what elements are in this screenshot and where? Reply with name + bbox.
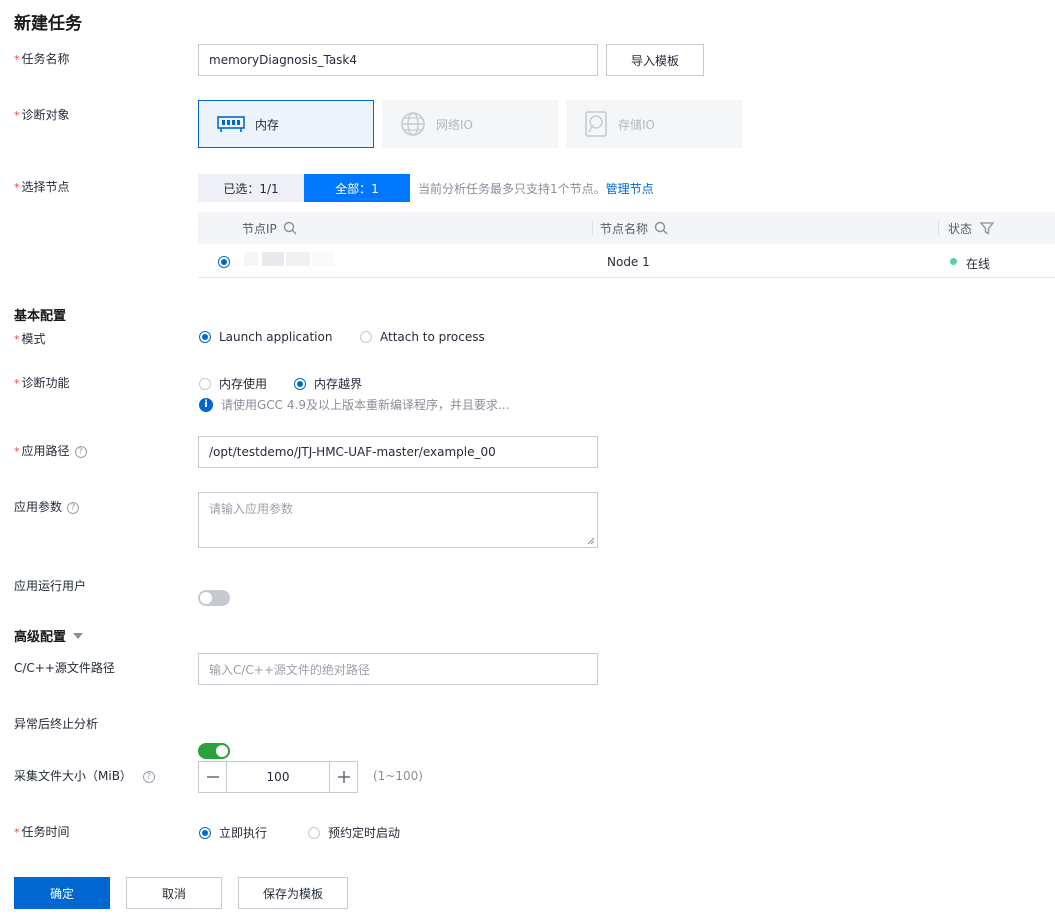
masked-ip (312, 252, 334, 266)
node-status-cell: 在线 (966, 257, 991, 271)
function-overflow-radio[interactable]: 内存越界 (294, 375, 362, 392)
radio-dot (308, 826, 320, 839)
function-usage-radio[interactable]: 内存使用 (199, 375, 267, 392)
app-args-label: 应用参数? (14, 499, 80, 515)
minus-icon (206, 776, 219, 778)
increment-button[interactable] (329, 762, 357, 792)
stop-on-error-toggle[interactable] (198, 743, 230, 759)
masked-ip (244, 252, 258, 266)
radio-dot (360, 331, 372, 343)
file-size-label: 采集文件大小（MiB）? (14, 768, 155, 784)
schedule-now-radio[interactable]: 立即执行 (199, 824, 267, 841)
mode-label: * 模式 (14, 332, 46, 346)
node-name-cell: Node 1 (607, 255, 650, 269)
help-icon[interactable]: ? (74, 445, 87, 458)
filter-icon[interactable] (980, 221, 995, 235)
basic-config-section: 基本配置 (14, 309, 67, 324)
confirm-button[interactable]: 确定 (14, 877, 110, 909)
resize-handle-icon[interactable] (587, 537, 595, 545)
stop-on-error-label: 异常后终止分析 (14, 717, 99, 731)
search-icon[interactable] (283, 221, 297, 235)
target-label: * 诊断对象 (14, 108, 70, 122)
help-icon[interactable]: ? (142, 770, 155, 783)
nodes-label: * 选择节点 (14, 180, 70, 194)
mode-attach-radio[interactable]: Attach to process (360, 330, 485, 344)
app-args-textarea[interactable]: 请输入应用参数 (198, 492, 598, 548)
run-user-label: 应用运行用户 (14, 579, 87, 593)
manage-nodes-link[interactable]: 管理节点 (606, 182, 654, 196)
save-template-button[interactable]: 保存为模板 (238, 877, 348, 909)
src-path-input[interactable]: 输入C/C++源文件的绝对路径 (198, 653, 598, 685)
plus-icon (337, 771, 350, 783)
advanced-config-section[interactable]: 高级配置 (14, 626, 84, 645)
radio-dot (294, 377, 306, 390)
column-header-ip: 节点IP (242, 218, 297, 238)
tab-all-nodes[interactable]: 全部：1 (304, 174, 410, 202)
function-label: * 诊断功能 (14, 376, 70, 390)
target-card-memory[interactable]: 内存 (198, 100, 374, 148)
toggle-knob (200, 592, 212, 604)
memory-icon (217, 114, 245, 134)
masked-ip (262, 252, 284, 266)
target-card-storage[interactable]: 存储IO (566, 100, 742, 148)
file-size-input[interactable]: 100 (227, 762, 329, 792)
nodes-hint: 当前分析任务最多只支持1个节点。管理节点 (418, 182, 654, 196)
masked-ip (286, 252, 310, 266)
info-icon: i (199, 397, 213, 412)
node-radio[interactable] (218, 256, 230, 268)
file-size-stepper: 100 (198, 761, 358, 793)
column-header-status: 状态 (948, 218, 995, 238)
file-size-range: (1~100) (373, 769, 423, 783)
online-status-dot (950, 258, 957, 265)
search-icon[interactable] (654, 221, 668, 235)
tab-selected-nodes[interactable]: 已选：1/1 (198, 174, 304, 202)
app-path-label: * 应用路径? (14, 443, 87, 460)
help-icon[interactable]: ? (67, 501, 80, 514)
disk-icon (584, 110, 608, 138)
column-header-name: 节点名称 (600, 218, 668, 238)
column-divider (592, 220, 593, 236)
import-template-button[interactable]: 导入模板 (606, 44, 704, 76)
schedule-label: * 任务时间 (14, 825, 70, 839)
cancel-button[interactable]: 取消 (126, 877, 222, 909)
decrement-button[interactable] (199, 762, 227, 792)
target-card-network[interactable]: 网络IO (382, 100, 558, 148)
function-info: i 请使用GCC 4.9及以上版本重新编译程序，并且要求... (199, 396, 509, 413)
radio-dot (199, 331, 211, 343)
column-divider (938, 220, 939, 236)
radio-dot (199, 377, 211, 390)
globe-icon (400, 111, 426, 137)
task-name-input[interactable]: memoryDiagnosis_Task4 (198, 44, 598, 76)
toggle-knob (216, 745, 228, 757)
src-path-label: C/C++源文件路径 (14, 661, 115, 675)
page-title: 新建任务 (14, 14, 82, 34)
radio-dot (199, 826, 211, 839)
mode-launch-radio[interactable]: Launch application (199, 330, 332, 344)
task-name-label: * 任务名称 (14, 52, 70, 66)
app-path-input[interactable]: /opt/testdemo/JTJ-HMC-UAF-master/example… (198, 436, 598, 468)
caret-down-icon (73, 632, 84, 639)
schedule-timed-radio[interactable]: 预约定时启动 (308, 824, 400, 841)
run-user-toggle[interactable] (198, 590, 230, 606)
